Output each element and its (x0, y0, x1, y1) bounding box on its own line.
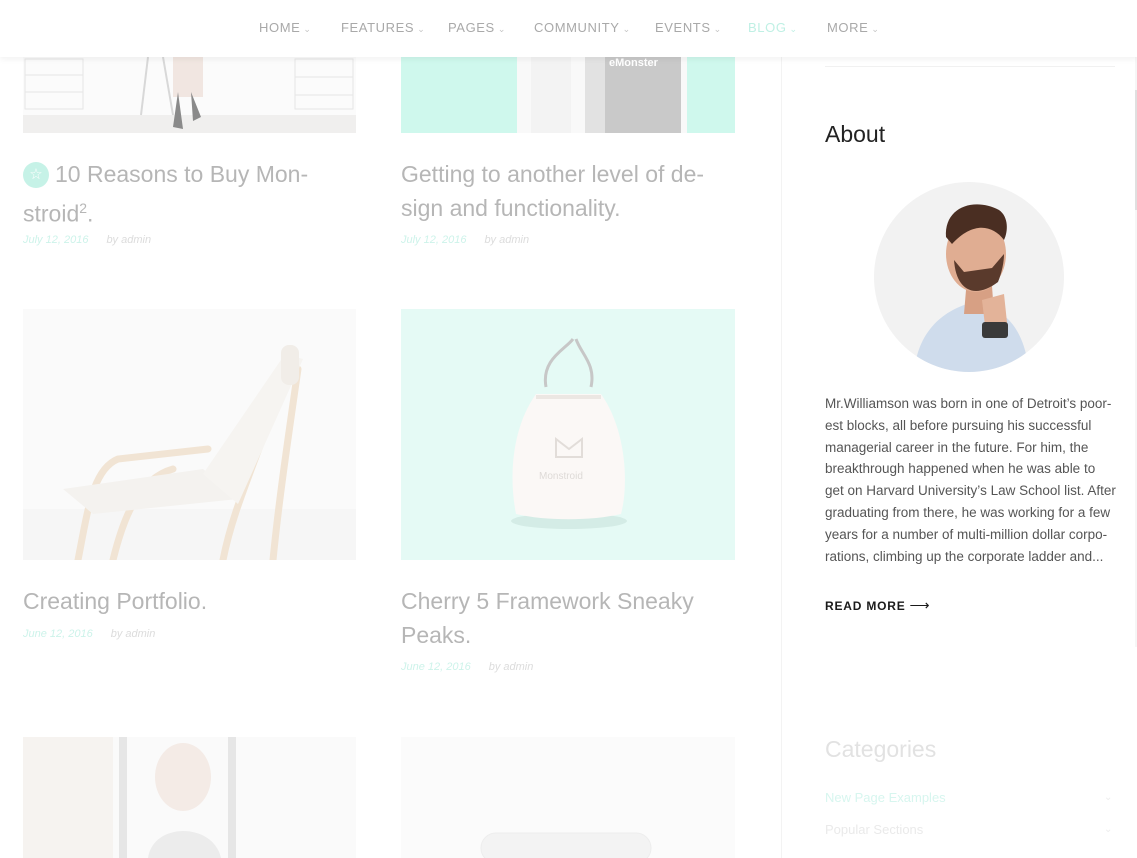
nav-label: BLOG (748, 20, 787, 35)
post-author[interactable]: by admin (484, 234, 529, 246)
nav-item-community[interactable]: COMMUNITY ⌄ (534, 20, 631, 35)
nav-item-events[interactable]: EVENTS ⌄ (655, 20, 722, 35)
post-title[interactable]: ☆ 10 Reasons to Buy Mon-stroid2. (23, 157, 363, 231)
post-title[interactable]: Getting to another level of de-sign and … (401, 157, 741, 225)
author-avatar (874, 182, 1064, 372)
nav-label: HOME (259, 20, 301, 35)
nav-label: FEATURES (341, 20, 415, 35)
nav-item-pages[interactable]: PAGES ⌄ (448, 20, 506, 35)
nav-label: EVENTS (655, 20, 711, 35)
post-date[interactable]: June 12, 2016 (401, 661, 471, 673)
nav-item-more[interactable]: MORE ⌄ (827, 20, 880, 35)
post-meta: July 12, 2016 by admin (23, 234, 151, 246)
post-title-line: Cherry 5 Framework Sneaky (401, 588, 694, 614)
post-title[interactable]: Cherry 5 Framework Sneaky Peaks. (401, 584, 741, 652)
about-text: Mr.Williamson was born in one of Detroit… (825, 396, 1116, 564)
post-author[interactable]: by admin (111, 628, 156, 640)
post-thumbnail-lounge-chair[interactable] (23, 309, 356, 560)
post-author[interactable]: by admin (106, 234, 151, 246)
nav-label: PAGES (448, 20, 495, 35)
chevron-down-icon: ⌄ (303, 24, 312, 34)
post-meta: June 12, 2016 by admin (23, 628, 155, 640)
chevron-down-icon: ⌄ (622, 24, 631, 34)
post-title-line: 10 Reasons to Buy Mon- (55, 161, 309, 187)
post-thumbnail-man-portrait[interactable] (23, 737, 356, 858)
category-item[interactable]: Popular Sections (825, 822, 923, 837)
post-thumbnail-product-box[interactable]: eMonster (401, 57, 735, 133)
about-widget-title: About (825, 121, 886, 147)
post-meta: June 12, 2016 by admin (401, 661, 533, 673)
chevron-down-icon: ⌄ (417, 24, 426, 34)
chevron-down-icon: ⌄ (871, 24, 880, 34)
top-navigation: HOME ⌄ FEATURES ⌄ PAGES ⌄ COMMUNITY ⌄ EVENTS… (0, 0, 1137, 57)
chevron-down-icon[interactable]: ⌄ (1104, 824, 1112, 835)
post-date[interactable]: July 12, 2016 (401, 234, 466, 246)
arrow-right-icon: ⟶ (909, 597, 931, 613)
post-thumbnail-pouch[interactable]: Monstroid (401, 309, 735, 560)
box-label: eMonster (609, 57, 659, 69)
post-title-line: sign and functionality. (401, 195, 621, 221)
post-date[interactable]: July 12, 2016 (23, 234, 88, 246)
post-thumbnail-device[interactable] (401, 737, 735, 858)
post-title-line: Getting to another level of de- (401, 161, 705, 187)
sidebar-divider (781, 57, 782, 858)
chevron-down-icon[interactable]: ⌄ (1104, 792, 1112, 803)
post-title-line: Peaks. (401, 622, 472, 648)
read-more-link[interactable]: READ MORE ⟶ (825, 597, 930, 614)
post-title-line: Creating Portfolio. (23, 588, 208, 614)
chevron-down-icon: ⌄ (713, 24, 722, 34)
category-item[interactable]: New Page Examples (825, 790, 946, 805)
nav-item-blog[interactable]: BLOG ⌄ (748, 20, 798, 35)
post-title-line: stroid (23, 200, 80, 227)
nav-item-home[interactable]: HOME ⌄ (259, 20, 312, 35)
post-title-punctuation: . (87, 200, 94, 227)
post-title-superscript: 2 (79, 200, 88, 216)
post-author[interactable]: by admin (489, 661, 534, 673)
nav-label: MORE (827, 20, 869, 35)
post-thumbnail-chair-person[interactable] (23, 57, 356, 133)
sidebar-separator (825, 66, 1115, 67)
chevron-down-icon: ⌄ (789, 24, 798, 34)
nav-label: COMMUNITY (534, 20, 620, 35)
post-meta: July 12, 2016 by admin (401, 234, 529, 246)
categories-widget-title: Categories (825, 736, 937, 762)
read-more-label: READ MORE (825, 599, 906, 613)
post-date[interactable]: June 12, 2016 (23, 628, 93, 640)
nav-item-features[interactable]: FEATURES ⌄ (341, 20, 425, 35)
star-icon: ☆ (23, 162, 49, 188)
chevron-down-icon: ⌄ (497, 24, 506, 34)
post-title[interactable]: Creating Portfolio. (23, 584, 363, 618)
pouch-label: Monstroid (539, 471, 583, 482)
